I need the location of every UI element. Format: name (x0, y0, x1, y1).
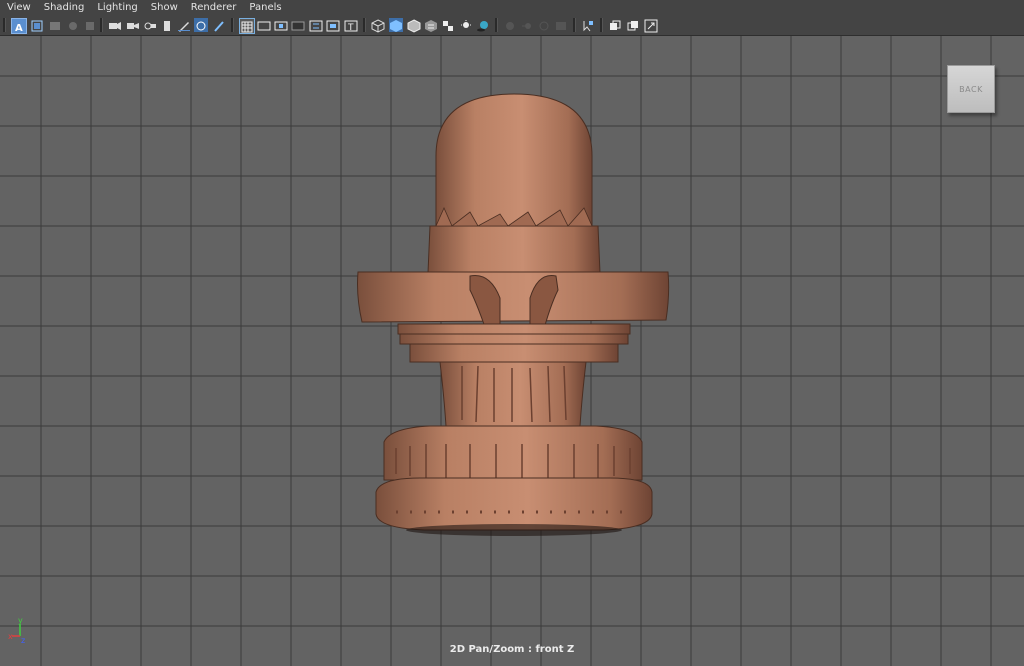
bookmark-flag-icon[interactable] (160, 18, 174, 32)
axis-x-label: x (8, 632, 13, 641)
menu-view[interactable]: View (0, 0, 37, 15)
menu-panels[interactable]: Panels (242, 0, 287, 15)
camera-aim-up-icon[interactable] (143, 18, 157, 32)
view-cube-face-label: BACK (959, 84, 983, 94)
two-panes-icon[interactable] (626, 18, 640, 32)
toolbar-separator (573, 18, 576, 32)
ambient-occlusion-icon[interactable] (503, 18, 517, 32)
toggle-fullscreen-icon[interactable] (644, 18, 658, 33)
safe-title-icon[interactable]: T (344, 18, 358, 33)
checker-icon[interactable] (441, 18, 455, 32)
viewport-panel[interactable]: BACK y x z 2D Pan/Zoom : front Z (0, 36, 1024, 666)
field-chart-icon[interactable] (309, 18, 323, 32)
toolbar-separator (231, 18, 234, 32)
camera-icon[interactable] (108, 18, 122, 32)
safe-action-icon[interactable] (326, 18, 340, 32)
menu-lighting[interactable]: Lighting (90, 0, 143, 15)
menu-show[interactable]: Show (144, 0, 184, 15)
grease-pencil-icon[interactable] (177, 18, 191, 32)
svg-text:A: A (15, 23, 23, 34)
xray-icon[interactable] (608, 18, 622, 32)
view-cube[interactable]: BACK (947, 65, 995, 113)
wireframe-icon[interactable] (371, 18, 385, 33)
shadows-icon[interactable] (476, 18, 490, 32)
toolbar-separator (363, 18, 366, 32)
pan-zoom-icon[interactable] (194, 18, 208, 32)
svg-text:T: T (347, 23, 354, 33)
menu-renderer[interactable]: Renderer (184, 0, 243, 15)
resolution-gate-icon[interactable] (274, 18, 288, 32)
film-gate-icon[interactable] (83, 18, 97, 32)
pawn-model[interactable] (0, 36, 1024, 666)
anti-aliasing-icon[interactable] (537, 18, 551, 32)
shade-wireframe-icon[interactable] (407, 18, 421, 33)
toolbar-separator (3, 18, 6, 32)
camera-attributes-icon[interactable] (30, 18, 44, 32)
paint-brush-icon[interactable] (212, 18, 226, 32)
depth-of-field-icon[interactable] (554, 18, 568, 32)
gate-mask-icon[interactable] (291, 18, 305, 32)
panel-menu-bar: View Shading Lighting Show Renderer Panels (0, 0, 1024, 15)
film-gate-view-icon[interactable] (257, 18, 271, 32)
grid-icon[interactable] (239, 18, 255, 34)
menu-shading[interactable]: Shading (37, 0, 91, 15)
select-camera-icon[interactable]: A (11, 18, 27, 34)
textured-icon[interactable] (424, 18, 438, 32)
toolbar-separator (600, 18, 603, 32)
use-all-lights-icon[interactable] (459, 18, 473, 32)
axis-y-label: y (18, 616, 23, 625)
toolbar-separator (100, 18, 103, 32)
isolate-select-icon[interactable] (581, 18, 595, 32)
image-plane-icon[interactable] (66, 18, 80, 32)
motion-blur-icon[interactable] (520, 18, 534, 32)
camera-aim-icon[interactable] (126, 18, 140, 32)
axis-indicator: y x z (8, 616, 25, 645)
toolbar-separator (495, 18, 498, 32)
camera-label: 2D Pan/Zoom : front Z (449, 644, 575, 655)
panel-toolbar: A T (0, 15, 1024, 36)
bookmarks-icon[interactable] (48, 18, 62, 32)
smooth-shade-icon[interactable] (389, 18, 403, 32)
